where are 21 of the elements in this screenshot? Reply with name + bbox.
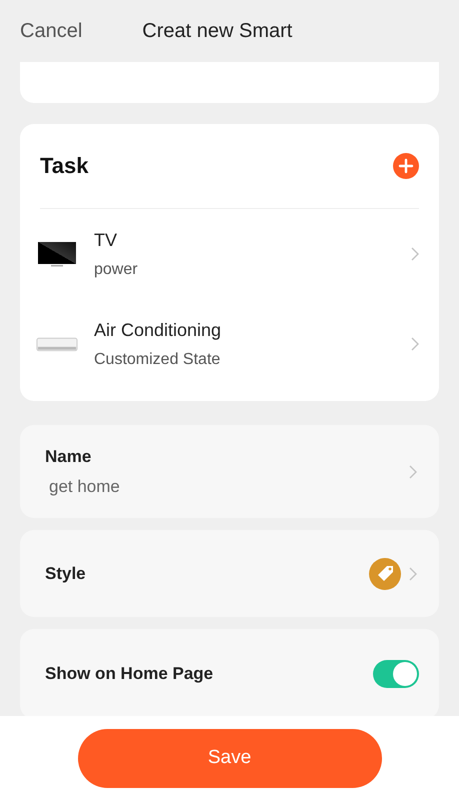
device-name: Air Conditioning — [94, 320, 222, 340]
device-name: TV — [94, 230, 118, 250]
device-action: power — [94, 260, 138, 278]
add-icon[interactable] — [393, 153, 419, 179]
chevron-icon — [409, 464, 417, 478]
row-value: get home — [48, 476, 120, 496]
toggle-switch[interactable] — [373, 660, 419, 688]
row-label: Show on Home Page — [45, 664, 214, 684]
tv-icon — [36, 240, 78, 268]
section-title: Task — [40, 153, 89, 179]
device-action: Customized State — [94, 350, 220, 368]
settings-row[interactable]: Style — [20, 530, 439, 617]
settings-row[interactable]: Show on Home Page — [20, 629, 439, 716]
chevron-icon[interactable] — [411, 247, 419, 261]
page-title: Creat new Smart — [142, 20, 292, 42]
row-label: Style — [45, 564, 87, 584]
chevron-icon — [409, 566, 417, 580]
chevron-icon[interactable] — [411, 337, 419, 351]
row-label: Name — [45, 446, 92, 466]
settings-row[interactable]: Name get home — [20, 425, 439, 518]
cancel-button[interactable]: Cancel — [20, 20, 82, 42]
